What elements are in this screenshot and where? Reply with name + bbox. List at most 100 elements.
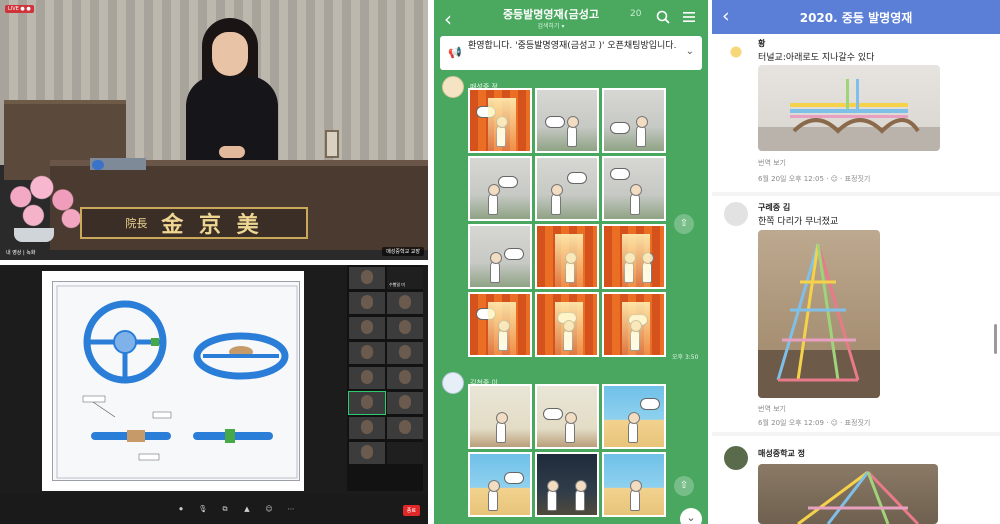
post-meta[interactable]: 6월 20일 오후 12:09 · ☺ · 표정짓기 [758,418,870,428]
video-caption: 내 영상 | 녹화 [6,250,36,256]
comic-panel[interactable] [602,292,666,357]
participant-tile[interactable] [349,342,385,364]
post-photo[interactable] [758,464,938,524]
message-time: 오후 3:50 [672,354,699,361]
participant-tile[interactable] [387,417,423,439]
comic-panel[interactable] [468,384,532,449]
comic-panel[interactable] [535,384,599,449]
participant-tile[interactable] [387,342,423,364]
comic-panel[interactable] [602,452,666,517]
nameplate: 院長 金 京 美 [80,207,308,239]
screen-share-panel: 수행일 미 ⏺ 🎙 ⧉ ▲ ☺ ⋯ 종료 [0,265,428,524]
participant-tile[interactable] [387,392,423,414]
steering-wheel-drawing [56,285,298,479]
straw-tower-photo [758,243,880,398]
chat-subtitle[interactable]: 검색하기 ▾ [476,21,626,30]
avatar[interactable] [442,372,464,394]
straw-structure-photo [797,470,920,524]
participant-tile[interactable] [349,442,385,464]
collage: 院長 金 京 美 LIVE ● ● 내 영상 | 녹화 매성중학교 교장 수행일… [0,0,1000,524]
member-count: 20 [630,9,642,19]
participant-tile[interactable] [349,367,385,389]
participant-strip: 수행일 미 [347,265,423,491]
back-arrow-icon[interactable]: ‹ [444,7,452,31]
translate-link[interactable]: 번역 보기 [758,158,786,168]
participants-icon[interactable]: ⧉ [214,505,236,514]
participant-tile-active[interactable] [348,391,386,415]
mouse [92,160,104,170]
comic-panel[interactable] [468,88,532,153]
comic-panel[interactable] [468,452,532,517]
wall-frame [325,130,339,158]
reaction-icon[interactable]: ☺ [258,505,280,513]
share-screen-icon[interactable]: ▲ [236,505,258,513]
comic-panel[interactable] [535,156,599,221]
mic-icon[interactable]: 🎙 [192,505,214,513]
translate-link[interactable]: 번역 보기 [758,404,786,414]
chevron-down-icon[interactable]: ⌄ [686,46,694,57]
participant-tile[interactable] [387,317,423,339]
post-author: 황 [758,39,766,48]
post-photo[interactable] [758,65,940,151]
post-author: 구례중 김 [758,203,791,212]
post-text: 터널교:아래로도 지나갈수 있다 [758,53,875,63]
meeting-toolbar: ⏺ 🎙 ⧉ ▲ ☺ ⋯ [0,494,428,524]
participant-tile[interactable] [349,317,385,339]
megaphone-icon: 📢 [448,46,462,59]
participant-tile[interactable]: 수행일 미 [387,267,423,289]
video-call-panel: 院長 金 京 美 LIVE ● ● 내 영상 | 녹화 매성중학교 교장 [0,0,428,260]
share-icon[interactable]: ⇧ [674,214,694,234]
post-photo[interactable] [758,230,880,398]
participant-tile[interactable] [387,292,423,314]
scroll-down-button[interactable]: ⌄ [680,508,702,524]
chat-notice-banner[interactable]: 📢 환영합니다. '중등발명영재(금성고 )' 오픈채팅방입니다. ⌄ [440,36,702,70]
more-icon[interactable]: ⋯ [280,505,302,513]
end-meeting-button[interactable]: 종료 [402,505,420,516]
recording-badge: LIVE ● ● [5,5,34,13]
comic-panel[interactable] [468,224,532,289]
feed-post: 구례중 김 한쪽 다리가 무너졌교 번역 보기 6월 20일 오후 12:09 … [712,196,1000,432]
search-icon[interactable] [656,10,670,24]
nameplate-name: 金 京 美 [161,212,263,238]
comic-panel[interactable] [535,224,599,289]
comic-panel[interactable] [602,156,666,221]
avatar[interactable] [442,76,464,98]
feed-post: 매성중학교 정 [712,436,1000,524]
post-text: 한쪽 다리가 무너졌교 [758,217,839,227]
flower-pot [4,172,88,234]
avatar[interactable] [724,40,748,64]
feed-title: 2020. 중등 발명영재 [799,11,913,25]
record-icon[interactable]: ⏺ [170,505,192,514]
nameplate-title: 院長 [125,217,148,230]
participant-tile[interactable] [387,442,423,464]
participant-name: 수행일 미 [389,282,405,287]
menu-icon[interactable] [682,10,696,24]
feed-panel: ‹ 2020. 중등 발명영재 황 터널교:아래로도 지나갈수 있다 번역 보기… [712,0,1000,524]
pot [14,228,54,242]
comic-panel[interactable] [535,452,599,517]
avatar[interactable] [724,202,748,226]
participant-tile[interactable] [349,292,385,314]
post-meta[interactable]: 6월 20일 오후 12:05 · ☺ · 표정짓기 [758,174,870,184]
share-icon[interactable]: ⇧ [674,476,694,496]
comic-panel[interactable] [468,292,532,357]
comic-image-grid-2[interactable] [468,384,666,517]
participant-tile[interactable] [349,417,385,439]
comic-panel[interactable] [535,292,599,357]
speaker-video [186,18,280,168]
participant-tile[interactable] [387,367,423,389]
avatar[interactable] [724,446,748,470]
post-author: 매성중학교 정 [758,449,805,458]
feed-header: ‹ 2020. 중등 발명영재 [712,0,1000,34]
feed-post: 황 터널교:아래로도 지나갈수 있다 번역 보기 6월 20일 오후 12:05… [712,34,1000,192]
comic-panel[interactable] [602,88,666,153]
participant-tile[interactable] [349,267,385,289]
comic-panel[interactable] [468,156,532,221]
comic-panel[interactable] [602,384,666,449]
scrollbar[interactable] [994,324,997,354]
back-arrow-icon[interactable]: ‹ [722,5,730,27]
chat-panel: ‹ 중등발명영재(금성고 검색하기 ▾ 20 📢 환영합니다. '중등발명영재(… [434,0,708,524]
comic-panel[interactable] [535,88,599,153]
comic-image-grid-1[interactable] [468,88,666,357]
comic-panel[interactable] [602,224,666,289]
